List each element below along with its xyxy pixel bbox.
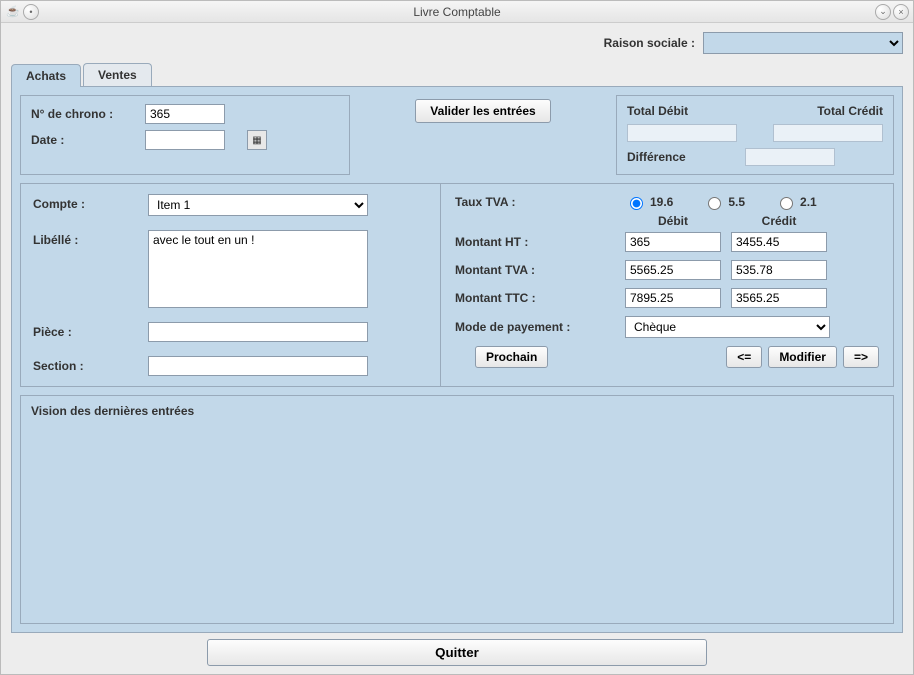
vision-panel: Vision des dernières entrées [20, 395, 894, 624]
prochain-button[interactable]: Prochain [475, 346, 548, 368]
titlebar-menu-icon[interactable]: • [23, 4, 39, 20]
libelle-label: Libéllé : [33, 230, 148, 247]
tab-strip: Achats Ventes [11, 63, 903, 86]
close-icon[interactable]: × [893, 4, 909, 20]
valider-button[interactable]: Valider les entrées [415, 99, 550, 123]
modifier-button[interactable]: Modifier [768, 346, 837, 368]
quit-row: Quitter [11, 633, 903, 666]
credit-column-head: Crédit [731, 214, 827, 228]
payment-mode-select[interactable]: Chèque [625, 316, 830, 338]
compte-label: Compte : [33, 194, 148, 211]
tva-debit-input[interactable] [625, 260, 721, 280]
prev-button[interactable]: <= [726, 346, 762, 368]
totals-panel: Total Débit Total Crédit Différence [616, 95, 894, 175]
libelle-textarea[interactable]: avec le tout en un ! [148, 230, 368, 308]
quitter-button[interactable]: Quitter [207, 639, 707, 666]
ht-credit-input[interactable] [731, 232, 827, 252]
right-detail-panel: Taux TVA : 19.6 5.5 2.1 Débit Crédit [441, 183, 894, 387]
header-row: Raison sociale : [11, 29, 903, 57]
total-debit-value [627, 124, 737, 142]
montant-ttc-label: Montant TTC : [455, 291, 615, 305]
date-label: Date : [31, 133, 141, 147]
section-input[interactable] [148, 356, 368, 376]
tva-55-radio[interactable]: 5.5 [703, 194, 745, 210]
compte-select[interactable]: Item 1 [148, 194, 368, 216]
total-credit-value [773, 124, 883, 142]
tab-ventes[interactable]: Ventes [83, 63, 152, 86]
next-button[interactable]: => [843, 346, 879, 368]
calendar-icon[interactable]: ▦ [247, 130, 267, 150]
app-window: ☕ • Livre Comptable ⌄ × Raison sociale :… [0, 0, 914, 675]
raison-sociale-label: Raison sociale : [604, 36, 695, 50]
piece-label: Pièce : [33, 322, 148, 339]
top-panels-row: N° de chrono : Date : ▦ Valider les entr… [20, 95, 894, 175]
vision-label: Vision des dernières entrées [31, 404, 883, 418]
tva-credit-input[interactable] [731, 260, 827, 280]
raison-sociale-select[interactable] [703, 32, 903, 54]
debit-column-head: Débit [625, 214, 721, 228]
app-body: Raison sociale : Achats Ventes N° de chr… [1, 23, 913, 674]
montant-tva-label: Montant TVA : [455, 263, 615, 277]
section-label: Section : [33, 356, 148, 373]
total-credit-label: Total Crédit [745, 104, 883, 118]
java-icon: ☕ [5, 4, 21, 20]
detail-panels-row: Compte : Item 1 Libéllé : avec le tout e… [20, 183, 894, 387]
ttc-debit-input[interactable] [625, 288, 721, 308]
montant-ht-label: Montant HT : [455, 235, 615, 249]
validate-wrap: Valider les entrées [358, 95, 608, 175]
window-title: Livre Comptable [1, 5, 913, 19]
tab-content-achats: N° de chrono : Date : ▦ Valider les entr… [11, 86, 903, 633]
minimize-icon[interactable]: ⌄ [875, 4, 891, 20]
titlebar: ☕ • Livre Comptable ⌄ × [1, 1, 913, 23]
tab-achats[interactable]: Achats [11, 64, 81, 87]
chrono-panel: N° de chrono : Date : ▦ [20, 95, 350, 175]
chrono-num-label: N° de chrono : [31, 107, 141, 121]
total-debit-label: Total Débit [627, 104, 737, 118]
tva-radio-group: 19.6 5.5 2.1 [625, 194, 817, 210]
ttc-credit-input[interactable] [731, 288, 827, 308]
tva-rate-label: Taux TVA : [455, 195, 615, 209]
piece-input[interactable] [148, 322, 368, 342]
tva-21-radio[interactable]: 2.1 [775, 194, 817, 210]
tva-196-radio[interactable]: 19.6 [625, 194, 673, 210]
left-detail-panel: Compte : Item 1 Libéllé : avec le tout e… [20, 183, 440, 387]
chrono-num-input[interactable] [145, 104, 225, 124]
date-input[interactable] [145, 130, 225, 150]
difference-value [745, 148, 835, 166]
difference-label: Différence [627, 150, 737, 164]
ht-debit-input[interactable] [625, 232, 721, 252]
payment-mode-label: Mode de payement : [455, 320, 615, 334]
